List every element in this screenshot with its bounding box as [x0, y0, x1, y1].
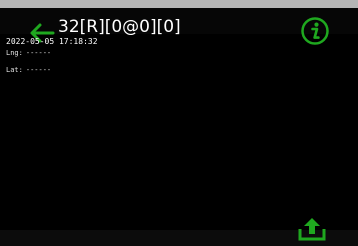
longitude-value: ------ [25, 49, 52, 57]
latitude-label: Lat: [6, 66, 23, 74]
info-button[interactable] [300, 16, 330, 46]
app-screen: 32[R][0@0][0] 2022-05-05 17:18:32 Lng: --… [0, 0, 358, 246]
latitude-value: ------ [25, 66, 52, 74]
status-bar [0, 0, 358, 8]
upload-icon [298, 218, 326, 241]
page-title: 32[R][0@0][0] [58, 17, 181, 37]
latitude-row: Lat: ------ [6, 66, 51, 75]
upload-button[interactable] [297, 216, 327, 242]
datetime-label: 2022-05-05 17:18:32 [6, 37, 98, 46]
info-icon [301, 17, 329, 45]
longitude-label: Lng: [6, 49, 23, 57]
map-view[interactable] [0, 34, 358, 230]
longitude-row: Lng: ------ [6, 49, 51, 58]
